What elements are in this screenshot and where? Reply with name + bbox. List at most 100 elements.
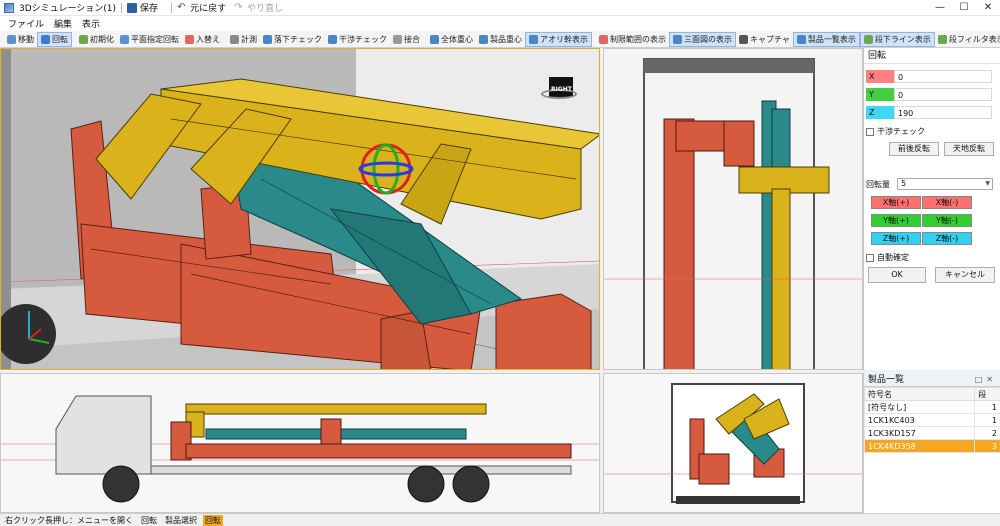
toolbar-label: 回転 bbox=[52, 34, 68, 44]
product-tier-cell: 3 bbox=[974, 439, 1000, 453]
toolbar-icon bbox=[328, 34, 337, 44]
close-button[interactable]: ✕ bbox=[976, 0, 1000, 16]
table-row[interactable]: [符号なし] 1 bbox=[863, 400, 1000, 414]
toolbar-icon bbox=[937, 34, 947, 44]
toolbar-icon bbox=[479, 34, 488, 44]
save-label: 保存 bbox=[140, 4, 159, 14]
viewport-back-view[interactable] bbox=[603, 373, 863, 513]
collision-check-label: 干渉チェック bbox=[877, 127, 925, 136]
toolbar-button-6[interactable]: 落下チェック bbox=[260, 32, 325, 47]
axis-x-input[interactable]: 0 bbox=[894, 70, 992, 83]
table-row[interactable]: 1CK4KD358 3 bbox=[863, 439, 1000, 453]
x-axis-minus-button[interactable]: X軸(-) bbox=[922, 196, 972, 209]
toolbar-icon bbox=[673, 34, 682, 44]
toolbar-button-14[interactable]: キャプチャ bbox=[736, 32, 793, 47]
axis-y-input[interactable]: 0 bbox=[894, 88, 992, 101]
flip-top-bottom-button[interactable]: 天地反転 bbox=[944, 142, 994, 156]
rotation-amount-value: 5 bbox=[901, 179, 907, 188]
scene-3d bbox=[1, 49, 599, 369]
toolbar-icon bbox=[185, 34, 194, 44]
toolbar-label: 製品一覧表示 bbox=[807, 34, 856, 44]
product-name-cell: [符号なし] bbox=[863, 400, 976, 414]
menu-file[interactable]: ファイル bbox=[8, 17, 44, 30]
status-bar: 右クリック長押し：メニューを開く 回転 製品選択 回転 bbox=[0, 513, 1000, 526]
axis-row-z: Z 190 bbox=[866, 106, 992, 119]
toolbar-button-4[interactable]: 入替え bbox=[182, 32, 223, 47]
toolbar-button-8[interactable]: 接合 bbox=[390, 32, 423, 47]
toolbar-label: 段フィルタ表示 bbox=[948, 34, 1000, 44]
toolbar-label: 移動 bbox=[18, 34, 34, 44]
toolbar-button-5[interactable]: 計測 bbox=[227, 32, 260, 47]
axis-label-z: Z bbox=[866, 106, 894, 119]
toolbar-button-3[interactable]: 平面指定回転 bbox=[117, 32, 182, 47]
y-axis-plus-button[interactable]: Y軸(+) bbox=[871, 214, 921, 227]
y-axis-minus-button[interactable]: Y軸(-) bbox=[922, 214, 972, 227]
axis-row-y: Y 0 bbox=[866, 88, 992, 101]
toolbar-button-7[interactable]: 干渉チェック bbox=[325, 32, 390, 47]
app-icon bbox=[4, 2, 14, 13]
toolbar-button-9[interactable]: 全体重心 bbox=[427, 32, 476, 47]
toolbar-button-12[interactable]: 制限範囲の表示 bbox=[596, 32, 669, 47]
toolbar-button-1[interactable]: 回転 bbox=[37, 31, 72, 47]
save-icon bbox=[127, 2, 138, 13]
ok-button[interactable]: OK bbox=[868, 267, 926, 283]
menu-bar: ファイル 編集 表示 bbox=[0, 16, 1000, 31]
maximize-button[interactable]: ☐ bbox=[952, 0, 976, 16]
toolbar-icon bbox=[120, 34, 129, 44]
toolbar-label: 落下チェック bbox=[274, 34, 322, 44]
product-name-cell: 1CK4KD358 bbox=[863, 439, 976, 453]
rotation-amount-select[interactable]: 5 ▼ bbox=[897, 178, 993, 190]
toolbar-icon bbox=[41, 34, 50, 44]
toolbar-button-16[interactable]: 段下ライン表示 bbox=[859, 31, 935, 47]
toolbar-icon bbox=[263, 34, 272, 44]
table-row[interactable]: 1CK3KD157 2 bbox=[863, 426, 1000, 440]
z-axis-minus-button[interactable]: Z軸(-) bbox=[922, 232, 972, 245]
status-hint: 右クリック長押し：メニューを開く bbox=[5, 515, 133, 525]
toolbar-button-11[interactable]: アオリ幹表示 bbox=[525, 31, 592, 47]
viewport-3d-perspective[interactable]: RIGHT bbox=[0, 48, 600, 370]
save-button[interactable]: 保存 bbox=[127, 1, 158, 14]
product-table: 符号名 段 [符号なし] 1 1CK1KC403 1 1CK3KD157 2 1CK4KD3… bbox=[863, 387, 1000, 453]
x-axis-plus-button[interactable]: X軸(+) bbox=[871, 196, 921, 209]
z-axis-plus-button[interactable]: Z軸(+) bbox=[871, 232, 921, 245]
auto-confirm-checkbox[interactable]: 自動確定 bbox=[866, 252, 909, 263]
axis-label-y: Y bbox=[866, 88, 894, 101]
rotation-amount-label: 回転量 bbox=[866, 180, 890, 189]
toolbar-button-17[interactable]: 段フィルタ表示 bbox=[935, 32, 1000, 47]
toolbar-label: 入替え bbox=[196, 34, 220, 44]
collision-check-checkbox[interactable]: 干渉チェック bbox=[866, 126, 925, 137]
toolbar-label: 制限範囲の表示 bbox=[610, 34, 666, 44]
redo-button[interactable]: ↷ やり直し bbox=[234, 1, 283, 14]
toolbar-button-13[interactable]: 三面図の表示 bbox=[669, 31, 736, 47]
viewport-side-view[interactable] bbox=[603, 48, 863, 370]
cancel-button[interactable]: キャンセル bbox=[935, 267, 995, 283]
window-controls: — ☐ ✕ bbox=[928, 0, 1000, 16]
column-header-tier[interactable]: 段 bbox=[974, 387, 1000, 401]
flip-front-back-button[interactable]: 前後反転 bbox=[889, 142, 939, 156]
toolbar-label: 段下ライン表示 bbox=[874, 34, 931, 44]
table-header-row: 符号名 段 bbox=[863, 387, 1000, 401]
toolbar-button-2[interactable]: 初期化 bbox=[76, 32, 117, 47]
menu-view[interactable]: 表示 bbox=[82, 17, 100, 30]
minimize-button[interactable]: — bbox=[928, 0, 952, 16]
viewport-front-view[interactable] bbox=[0, 373, 600, 513]
panel-controls[interactable]: □✕ bbox=[975, 373, 997, 387]
toolbar-label: 初期化 bbox=[90, 34, 114, 44]
chevron-down-icon: ▼ bbox=[985, 180, 990, 187]
toolbar-button-0[interactable]: 移動 bbox=[4, 32, 37, 47]
back-view-drawing bbox=[604, 374, 862, 512]
menu-edit[interactable]: 編集 bbox=[54, 17, 72, 30]
product-table-body: [符号なし] 1 1CK1KC403 1 1CK3KD157 2 1CK4KD358 3 bbox=[863, 400, 1000, 453]
product-name-cell: 1CK1KC403 bbox=[863, 413, 976, 427]
view-cube[interactable]: RIGHT bbox=[541, 77, 577, 103]
toolbar-icon bbox=[863, 34, 873, 44]
toolbar-button-15[interactable]: 製品一覧表示 bbox=[792, 31, 860, 47]
table-row[interactable]: 1CK1KC403 1 bbox=[863, 413, 1000, 427]
axis-z-input[interactable]: 190 bbox=[894, 106, 992, 119]
undo-button[interactable]: ↶ 元に戻す bbox=[177, 1, 226, 14]
status-mode-badge: 回転 bbox=[203, 514, 223, 526]
toolbar-icon bbox=[529, 34, 538, 44]
column-header-name[interactable]: 符号名 bbox=[863, 387, 976, 401]
toolbar-button-10[interactable]: 製品重心 bbox=[476, 32, 525, 47]
product-tier-cell: 2 bbox=[974, 426, 1000, 440]
